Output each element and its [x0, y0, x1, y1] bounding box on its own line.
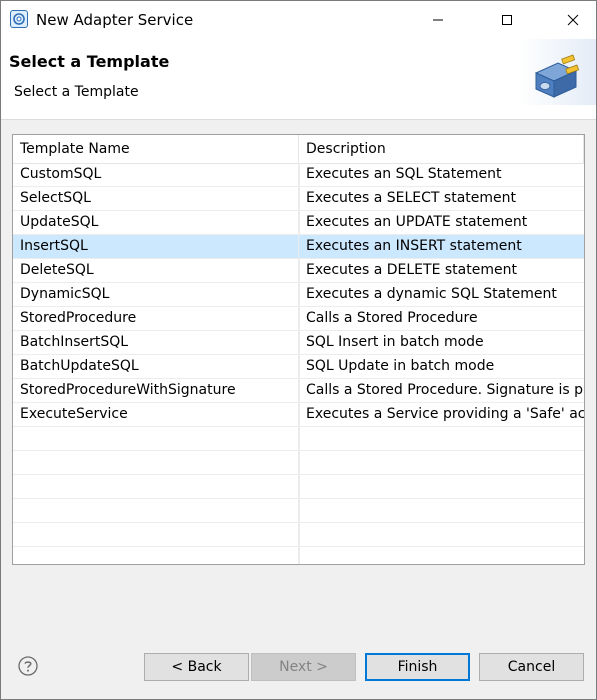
empty-cell [13, 523, 299, 547]
table-row[interactable]: BatchInsertSQL SQL Insert in batch mode [13, 331, 584, 355]
table-body: CustomSQL Executes an SQL Statement Select… [13, 163, 584, 564]
empty-table-row [13, 427, 584, 451]
empty-cell [13, 499, 299, 523]
cancel-button[interactable]: Cancel [479, 653, 584, 681]
template-name-cell: CustomSQL [13, 163, 299, 187]
column-divider [583, 135, 584, 163]
template-table[interactable]: Template Name Description CustomSQL Execu… [12, 134, 585, 565]
description-cell: SQL Insert in batch mode [306, 334, 484, 350]
template-name-cell: ExecuteService [13, 403, 299, 427]
description-cell: Executes a dynamic SQL Statement [306, 286, 557, 302]
table-row[interactable]: InsertSQL Executes an INSERT statement [13, 235, 584, 259]
template-name-cell: StoredProcedure [13, 307, 299, 331]
dialog-window: New Adapter Service Select a Template Se… [0, 0, 597, 700]
empty-cell [13, 451, 299, 475]
table-row[interactable]: SelectSQL Executes a SELECT statement [13, 187, 584, 211]
empty-cell [13, 547, 299, 564]
table-row[interactable]: BatchUpdateSQL SQL Update in batch mode [13, 355, 584, 379]
minimize-icon [433, 19, 443, 21]
page-subtitle: Select a Template [14, 84, 139, 100]
template-name-cell: BatchInsertSQL [13, 331, 299, 355]
table-row[interactable]: UpdateSQL Executes an UPDATE statement [13, 211, 584, 235]
description-cell: Executes an INSERT statement [306, 238, 522, 254]
table-row[interactable]: DynamicSQL Executes a dynamic SQL Stateme… [13, 283, 584, 307]
description-cell: Executes an SQL Statement [306, 166, 502, 182]
table-row[interactable]: StoredProcedureWithSignature Calls a Stor… [13, 379, 584, 403]
description-cell: Calls a Stored Procedure. Signature is p… [306, 382, 584, 398]
adapter-plug-graphic [518, 39, 596, 105]
finish-button[interactable]: Finish [365, 653, 470, 681]
table-row[interactable]: ExecuteService Executes a Service providi… [13, 403, 584, 427]
empty-table-row [13, 475, 584, 499]
template-name-cell: BatchUpdateSQL [13, 355, 299, 379]
column-header-template-name[interactable]: Template Name [13, 135, 299, 163]
empty-table-row [13, 523, 584, 547]
minimize-button[interactable] [415, 1, 461, 39]
maximize-button[interactable] [484, 1, 530, 39]
close-button[interactable] [550, 1, 596, 39]
description-cell: Executes an UPDATE statement [306, 214, 528, 230]
empty-table-row [13, 547, 584, 564]
wizard-header: Select a Template Select a Template [1, 39, 596, 120]
close-icon [567, 14, 579, 26]
table-row[interactable]: CustomSQL Executes an SQL Statement [13, 163, 584, 187]
template-name-cell: UpdateSQL [13, 211, 299, 235]
description-cell: Executes a DELETE statement [306, 262, 517, 278]
template-name-cell: SelectSQL [13, 187, 299, 211]
description-cell: Executes a Service providing a 'Safe' ac… [306, 406, 584, 422]
empty-cell [13, 427, 299, 451]
empty-table-row [13, 499, 584, 523]
app-icon [10, 10, 28, 28]
table-row[interactable]: DeleteSQL Executes a DELETE statement [13, 259, 584, 283]
description-cell: Executes a SELECT statement [306, 190, 516, 206]
next-button: Next > [251, 653, 356, 681]
window-title: New Adapter Service [36, 11, 194, 29]
page-title: Select a Template [9, 52, 170, 71]
template-name-cell: DeleteSQL [13, 259, 299, 283]
template-name-cell: InsertSQL [13, 235, 299, 259]
title-bar[interactable]: New Adapter Service [1, 1, 596, 39]
empty-table-row [13, 451, 584, 475]
template-name-cell: StoredProcedureWithSignature [13, 379, 299, 403]
back-button[interactable]: < Back [144, 653, 249, 681]
template-name-cell: DynamicSQL [13, 283, 299, 307]
table-header: Template Name Description [13, 135, 584, 164]
help-icon[interactable] [18, 656, 38, 676]
table-row[interactable]: StoredProcedure Calls a Stored Procedure [13, 307, 584, 331]
empty-cell [13, 475, 299, 499]
description-cell: Calls a Stored Procedure [306, 310, 478, 326]
column-header-description[interactable]: Description [299, 135, 584, 163]
maximize-icon [502, 15, 512, 25]
description-cell: SQL Update in batch mode [306, 358, 495, 374]
